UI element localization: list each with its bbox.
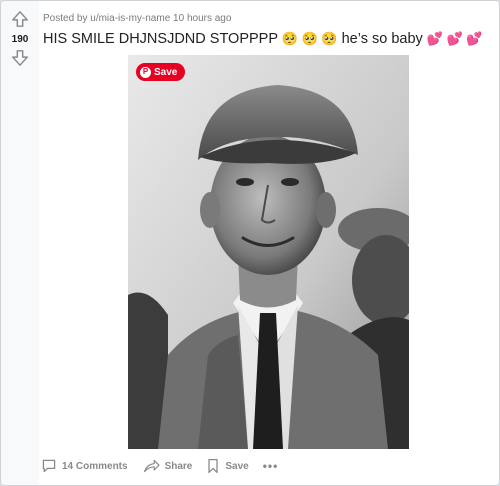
downvote-button[interactable]	[10, 48, 30, 68]
vote-count: 190	[11, 34, 29, 45]
post-meta[interactable]: Posted by u/mia-is-my-name 10 hours ago	[43, 13, 231, 24]
share-label: Share	[164, 460, 193, 472]
title-text: HIS SMILE DHJNSJDND STOPPPP	[43, 31, 278, 47]
post-title[interactable]: HIS SMILE DHJNSJDND STOPPPP 🥺 🥺 🥺 he’s s…	[43, 31, 493, 47]
post-card[interactable]: 190 Posted by u/mia-is-my-name 10 hours …	[0, 0, 500, 486]
comments-button[interactable]: 14 Comments	[41, 458, 128, 474]
vote-column: 190	[1, 1, 39, 485]
pinterest-icon: P	[140, 66, 151, 78]
title-tail: he’s so baby	[341, 31, 423, 47]
arrow-up-icon	[12, 11, 28, 27]
save-button[interactable]: Save	[206, 458, 249, 474]
post-actions: 14 Comments Share Save •••	[41, 455, 278, 477]
share-icon	[143, 459, 160, 473]
pinterest-save-button[interactable]: P Save	[136, 63, 186, 81]
comments-label: 14 Comments	[62, 460, 128, 472]
pinterest-save-label: Save	[154, 66, 178, 78]
title-emoji-pleading: 🥺 🥺 🥺	[281, 31, 338, 46]
save-label: Save	[225, 460, 249, 472]
upvote-button[interactable]	[10, 9, 30, 29]
share-button[interactable]: Share	[142, 458, 193, 474]
arrow-down-icon	[12, 50, 28, 66]
title-emoji-hearts: 💕 💕 💕	[426, 31, 483, 46]
more-options-button[interactable]: •••	[263, 459, 279, 473]
post-image[interactable]: P Save	[128, 55, 409, 449]
photo-portrait	[128, 55, 409, 449]
comment-icon	[42, 459, 56, 473]
bookmark-icon	[208, 458, 219, 474]
more-options-icon: •••	[262, 459, 279, 473]
